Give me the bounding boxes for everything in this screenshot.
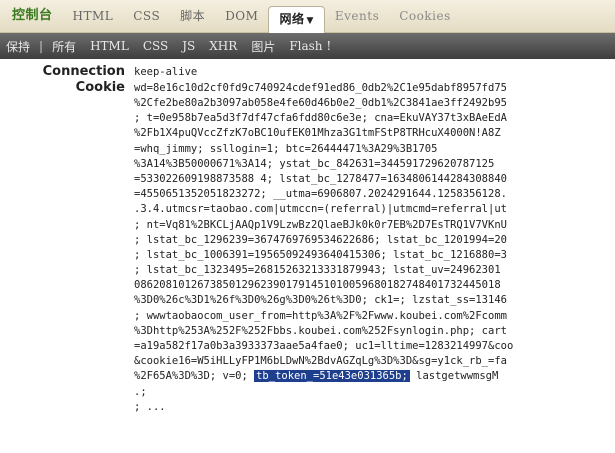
connection-header-label: Connection <box>42 64 125 79</box>
cookie-line: &cookie16=W5iHLLyFP1M6bLDwN%2BdvAGZqLg%3… <box>134 355 507 368</box>
cookie-line: ; lstat_bc_1323495=26815263213331879943;… <box>134 264 501 277</box>
tab-console[interactable]: 控制台 <box>0 4 63 28</box>
tab-net[interactable]: 网络 ▼ <box>268 5 325 33</box>
tab-css[interactable]: CSS <box>123 4 170 28</box>
selected-token-text[interactable]: tb_token_=51e43e031365b; <box>254 370 410 383</box>
cookie-line: %3A14%3B50000671%3A14; ystat_bc_842631=3… <box>134 157 495 170</box>
cookie-line: =533022609198873588 4; lstat_bc_1278477=… <box>134 172 507 185</box>
cookie-line: =whq_jimmy; ssllogin=1; btc=26444471%3A2… <box>134 142 438 155</box>
persist-button[interactable]: 保持 <box>0 38 37 55</box>
cookie-line: 0862081012673850129623901791451010059680… <box>134 279 501 292</box>
net-filter-bar: 保持 | 所有 HTML CSS JS XHR 图片 Flash ! <box>0 33 615 59</box>
firebug-tab-bar: 控制台 HTML CSS 脚本 DOM 网络 ▼ Events Cookies <box>0 0 615 33</box>
cookie-line: ; nt=Vq81%2BKCLjAAQp1V9LzwBz2QlaeBJk0k0r… <box>134 218 507 231</box>
cookie-line-tail: lastgetwwmsgM <box>409 370 499 383</box>
cookie-line: ; wwwtaobaocom_user_from=http%3A%2F%2Fww… <box>134 309 507 322</box>
divider: | <box>39 39 44 53</box>
filter-flash[interactable]: Flash ! <box>282 39 338 53</box>
filter-images[interactable]: 图片 <box>244 38 282 55</box>
tab-net-label: 网络 <box>279 11 305 26</box>
tab-script[interactable]: 脚本 <box>170 4 215 28</box>
cookie-line: %2F65A%3D%3D; v=0; tb_token_=51e43e03136… <box>134 370 499 383</box>
filter-js[interactable]: JS <box>175 39 202 53</box>
tab-html[interactable]: HTML <box>63 4 124 28</box>
connection-header-value: keep-alive <box>134 66 198 78</box>
cookie-line: ; lstat_bc_1296239=3674769769534622686; … <box>134 233 507 246</box>
cookie-line: =a19a582f17a0b3a3933373aae5a4fae0; uc1=l… <box>134 340 514 352</box>
tab-dom[interactable]: DOM <box>215 4 268 28</box>
cookie-line: %3D0%26c%3D1%26f%3D0%26g%3D0%26t%3D0; ck… <box>134 294 507 307</box>
cookie-line: ; ... <box>134 400 166 413</box>
cookie-line: ; t=0e958b7ea5d3f7df47cfa6fdd80c6e3e; cn… <box>134 112 507 125</box>
chevron-down-icon[interactable]: ▼ <box>306 16 313 26</box>
filter-all[interactable]: 所有 <box>45 38 83 55</box>
filter-xhr[interactable]: XHR <box>202 39 244 53</box>
cookie-line: =4550651352051823272; __utma=6906807.202… <box>134 188 507 201</box>
cookie-line: %2Cfe2be80a2b3097ab058e4fe60d46b0e2_0db1… <box>134 97 507 109</box>
cookie-line: ; lstat_bc_1006391=19565092493640415306;… <box>134 248 507 261</box>
cookie-line: %3Dhttp%253A%252F%252Fbbs.koubei.com%252… <box>134 324 507 337</box>
cookie-header-first-line: wd=8e16c10d2cf0fd9c740924cdef91ed86_0db2… <box>134 82 507 94</box>
request-headers-panel: Connection keep-alive Cookie wd=8e16c10d… <box>0 62 615 453</box>
cookie-line: .; <box>134 385 147 398</box>
tab-events[interactable]: Events <box>325 4 389 28</box>
filter-html[interactable]: HTML <box>83 39 136 53</box>
cookie-line: .3.4.utmcsr=taobao.com|utmccn=(referral)… <box>134 203 507 216</box>
cookie-header-label: Cookie <box>75 80 125 95</box>
cookie-value-lines: %2Cfe2be80a2b3097ab058e4fe60d46b0e2_0db1… <box>134 96 615 415</box>
cookie-line: %2Fb1X4puQVccZfzK7oBC10ufEK01Mhza3G1tmFS… <box>134 127 501 140</box>
tab-cookies[interactable]: Cookies <box>389 4 461 28</box>
filter-css[interactable]: CSS <box>136 39 175 53</box>
